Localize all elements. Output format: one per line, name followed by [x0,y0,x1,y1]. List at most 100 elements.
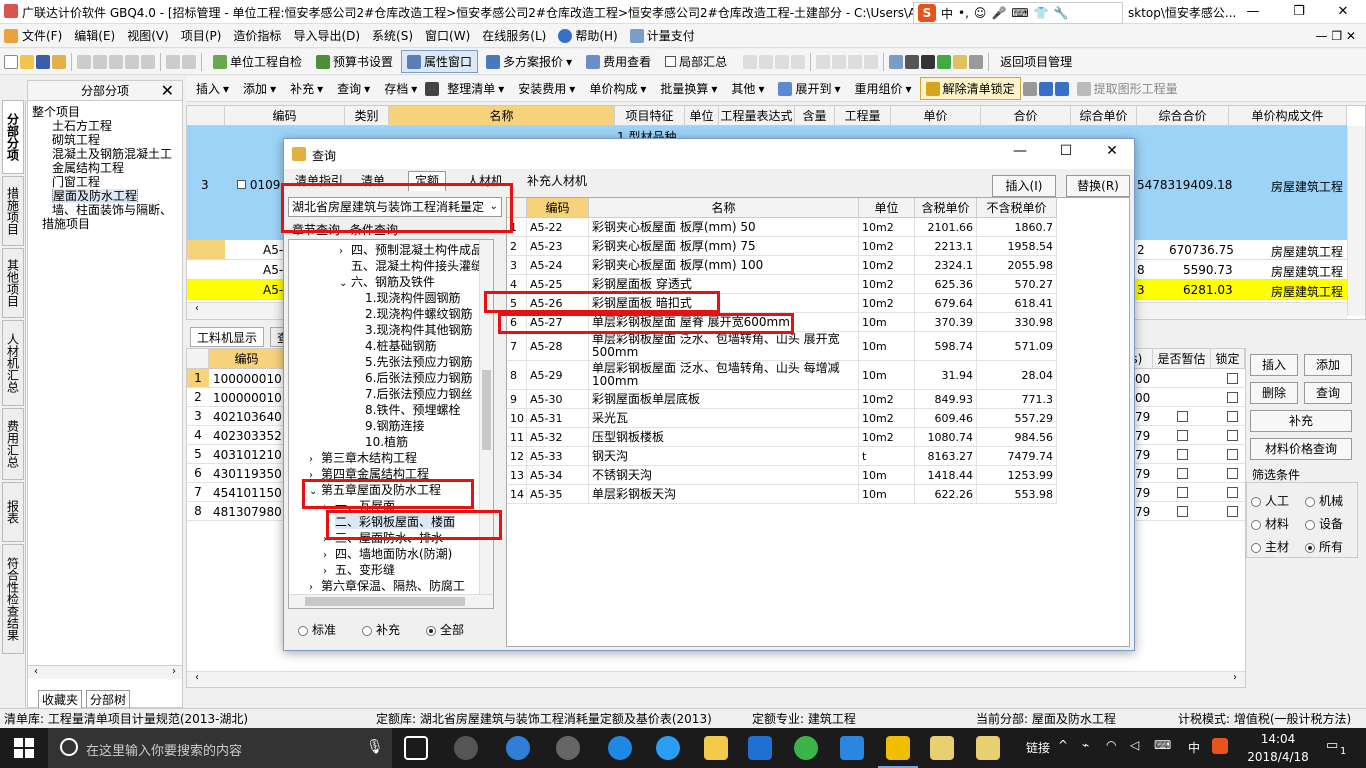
install-fee-menu[interactable]: 安装费用 ▾ [512,77,581,100]
dialog-replace-button[interactable]: 替换(R) [1066,175,1130,197]
tab-division-tree[interactable]: 分部树 [86,690,131,709]
tray-sogou-icon[interactable] [1212,738,1228,754]
budget-setting-button[interactable]: 预算书设置 [310,50,399,73]
tab-reports[interactable]: 报表 [2,482,24,542]
chapter-tree-item[interactable]: › 三、屋面防水、排水 [323,530,443,546]
col-header-comp-unit[interactable]: 综合单价 [1071,106,1137,126]
chapter-tree-item[interactable]: 1.现浇构件圆钢筋 [353,290,460,306]
dialog-maximize-icon[interactable]: ☐ [1046,143,1086,159]
ime-punct-icon[interactable]: •, [958,6,969,20]
tray-date[interactable]: 2018/4/18 [1240,750,1316,764]
col-header-unit[interactable]: 单位 [685,106,719,126]
move-right-icon[interactable] [832,54,847,69]
chapter-tree-item[interactable]: 8.铁件、预埋螺栓 [353,402,460,418]
col-header-feature[interactable]: 项目特征 [615,106,685,126]
query-button[interactable]: 查询 [1304,382,1352,404]
filter-all-radio[interactable]: 所有 [1305,538,1343,555]
menu-file[interactable]: 文件(F) [18,27,70,44]
quota-library-select[interactable]: 湖北省房屋建筑与装饰工程消耗量定 ⌄ [288,197,502,217]
chapter-tree-item[interactable]: › 四、预制混凝土构件成品 [339,242,483,258]
tab-fee-summary[interactable]: 费用汇总 [2,408,24,480]
dialog-tab-labor-material[interactable]: 人材机 [460,171,510,191]
menu-project[interactable]: 项目(P) [177,27,230,44]
temp-estimate-checkbox[interactable] [1177,411,1188,422]
open-folder-icon[interactable] [20,54,34,69]
gbq-active-icon[interactable] [886,736,910,760]
reuse-menu[interactable]: 重用组价 ▾ [849,77,918,100]
app-swirl-icon[interactable] [556,736,580,760]
col-header-code[interactable]: 编码 [225,106,345,126]
supplement-button[interactable]: 补充 [1250,410,1352,432]
quota-row[interactable]: 6 A5-27 单层彩钢板屋面 屋脊 展开宽600mm 10m 370.39 330.98 [507,313,1057,332]
collapse-icon[interactable] [237,180,246,189]
insert-menu[interactable]: 插入 ▾ [190,77,235,100]
add-button[interactable]: 添加 [1304,354,1352,376]
taskbar-link-label[interactable]: 链接 [1026,739,1050,756]
lower-col-lock[interactable]: 锁定 [1211,349,1245,369]
dialog-tab-supplement[interactable]: 补充人材机 [520,171,594,191]
col-header-total-price[interactable]: 合价 [981,106,1071,126]
list-icon[interactable] [969,54,984,69]
dialog-tab-quota[interactable]: 定额 [408,171,447,191]
dialog-tab-list[interactable]: 清单 [354,171,392,191]
supplement-menu[interactable]: 补充 ▾ [284,77,329,100]
col-header-quantity[interactable]: 工程量 [835,106,891,126]
tree-item-whole[interactable]: 整个项目 [32,105,182,119]
cut-icon[interactable] [77,54,91,69]
note-icon[interactable] [953,54,968,69]
tab-sub-items[interactable]: 分部分项 [2,100,24,174]
temp-estimate-checkbox[interactable] [1177,468,1188,479]
menu-import-export[interactable]: 导入导出(D) [289,27,368,44]
filter-main-material-radio[interactable]: 主材 [1251,538,1289,555]
main-vscrollbar[interactable] [1347,126,1365,316]
save-icon[interactable] [36,54,50,69]
lock-checkbox[interactable] [1227,411,1238,422]
temp-estimate-checkbox[interactable] [1177,487,1188,498]
unit-composition-menu[interactable]: 单价构成 ▾ [583,77,652,100]
tree-item[interactable]: 砌筑工程 [32,133,182,147]
edge-icon[interactable] [608,736,632,760]
other-menu[interactable]: 其他 ▾ [725,77,770,100]
tray-volume-icon[interactable]: ◁ [1130,738,1139,752]
tray-wifi-icon[interactable]: ◠ [1106,738,1116,752]
tab-condition-query[interactable]: 条件查询 [350,221,398,238]
chapter-tree-item[interactable]: ⌄ 第五章屋面及防水工程 [309,482,441,498]
next-icon[interactable] [775,54,790,69]
menu-online[interactable]: 在线服务(L) [478,27,554,44]
chapter-tree-item[interactable]: 10.植筋 [353,434,408,450]
property-window-button[interactable]: 属性窗口 [401,50,479,73]
quota-row[interactable]: 10 A5-31 采光瓦 10m2 609.46 557.29 [507,409,1057,428]
unlock-list-button[interactable]: 解除清单锁定 [919,77,1021,100]
menu-cost-index[interactable]: 造价指标 [229,27,289,44]
gbq-help2-icon[interactable] [976,736,1000,760]
quota-row[interactable]: 1 A5-22 彩钢夹心板屋面 板厚(mm) 50 10m2 2101.66 1860.7 [507,218,1057,237]
tray-chevron-icon[interactable]: ^ [1058,738,1068,752]
tree-item[interactable]: 门窗工程 [32,175,182,189]
col-header-expression[interactable]: 工程量表达式 [719,106,795,126]
lock-checkbox[interactable] [1227,506,1238,517]
menu-measure-pay[interactable]: 计量支付 [626,27,703,44]
task-view-icon[interactable] [404,736,428,760]
ime-skin-icon[interactable]: 👕 [1034,6,1049,20]
ime-tools-icon[interactable]: 🔧 [1054,6,1069,20]
tree-item[interactable]: 混凝土及钢筋混凝土工 [32,147,182,161]
paint-icon[interactable] [1022,81,1037,96]
tray-lang[interactable]: 中 [1188,739,1200,756]
restore-icon[interactable]: ❐ [1276,0,1322,24]
find-icon[interactable] [141,54,155,69]
lower-col-temp[interactable]: 是否暂估 [1153,349,1211,369]
redo-icon[interactable] [182,54,196,69]
arrow-up-icon[interactable] [1038,81,1053,96]
mdi-controls[interactable]: — ❐ ✕ [1316,29,1356,43]
chapter-tree-item[interactable]: › 五、变形缝 [323,562,395,578]
quota-col-notax-price[interactable]: 不含税单价 [977,198,1057,218]
filter-labor-radio[interactable]: 人工 [1251,492,1289,509]
dialog-close-icon[interactable]: ✕ [1092,143,1132,159]
chapter-tree-item[interactable]: › 一、瓦屋面 [323,498,395,514]
chapter-tree-item[interactable]: 9.钢筋连接 [353,418,424,434]
material-price-query-button[interactable]: 材料价格查询 [1250,438,1352,460]
temp-estimate-checkbox[interactable] [1177,506,1188,517]
close-panel-icon[interactable]: ✕ [161,81,174,101]
notification-icon[interactable]: ▭ [1326,738,1338,753]
tree-item[interactable]: 措施项目 [32,217,182,231]
